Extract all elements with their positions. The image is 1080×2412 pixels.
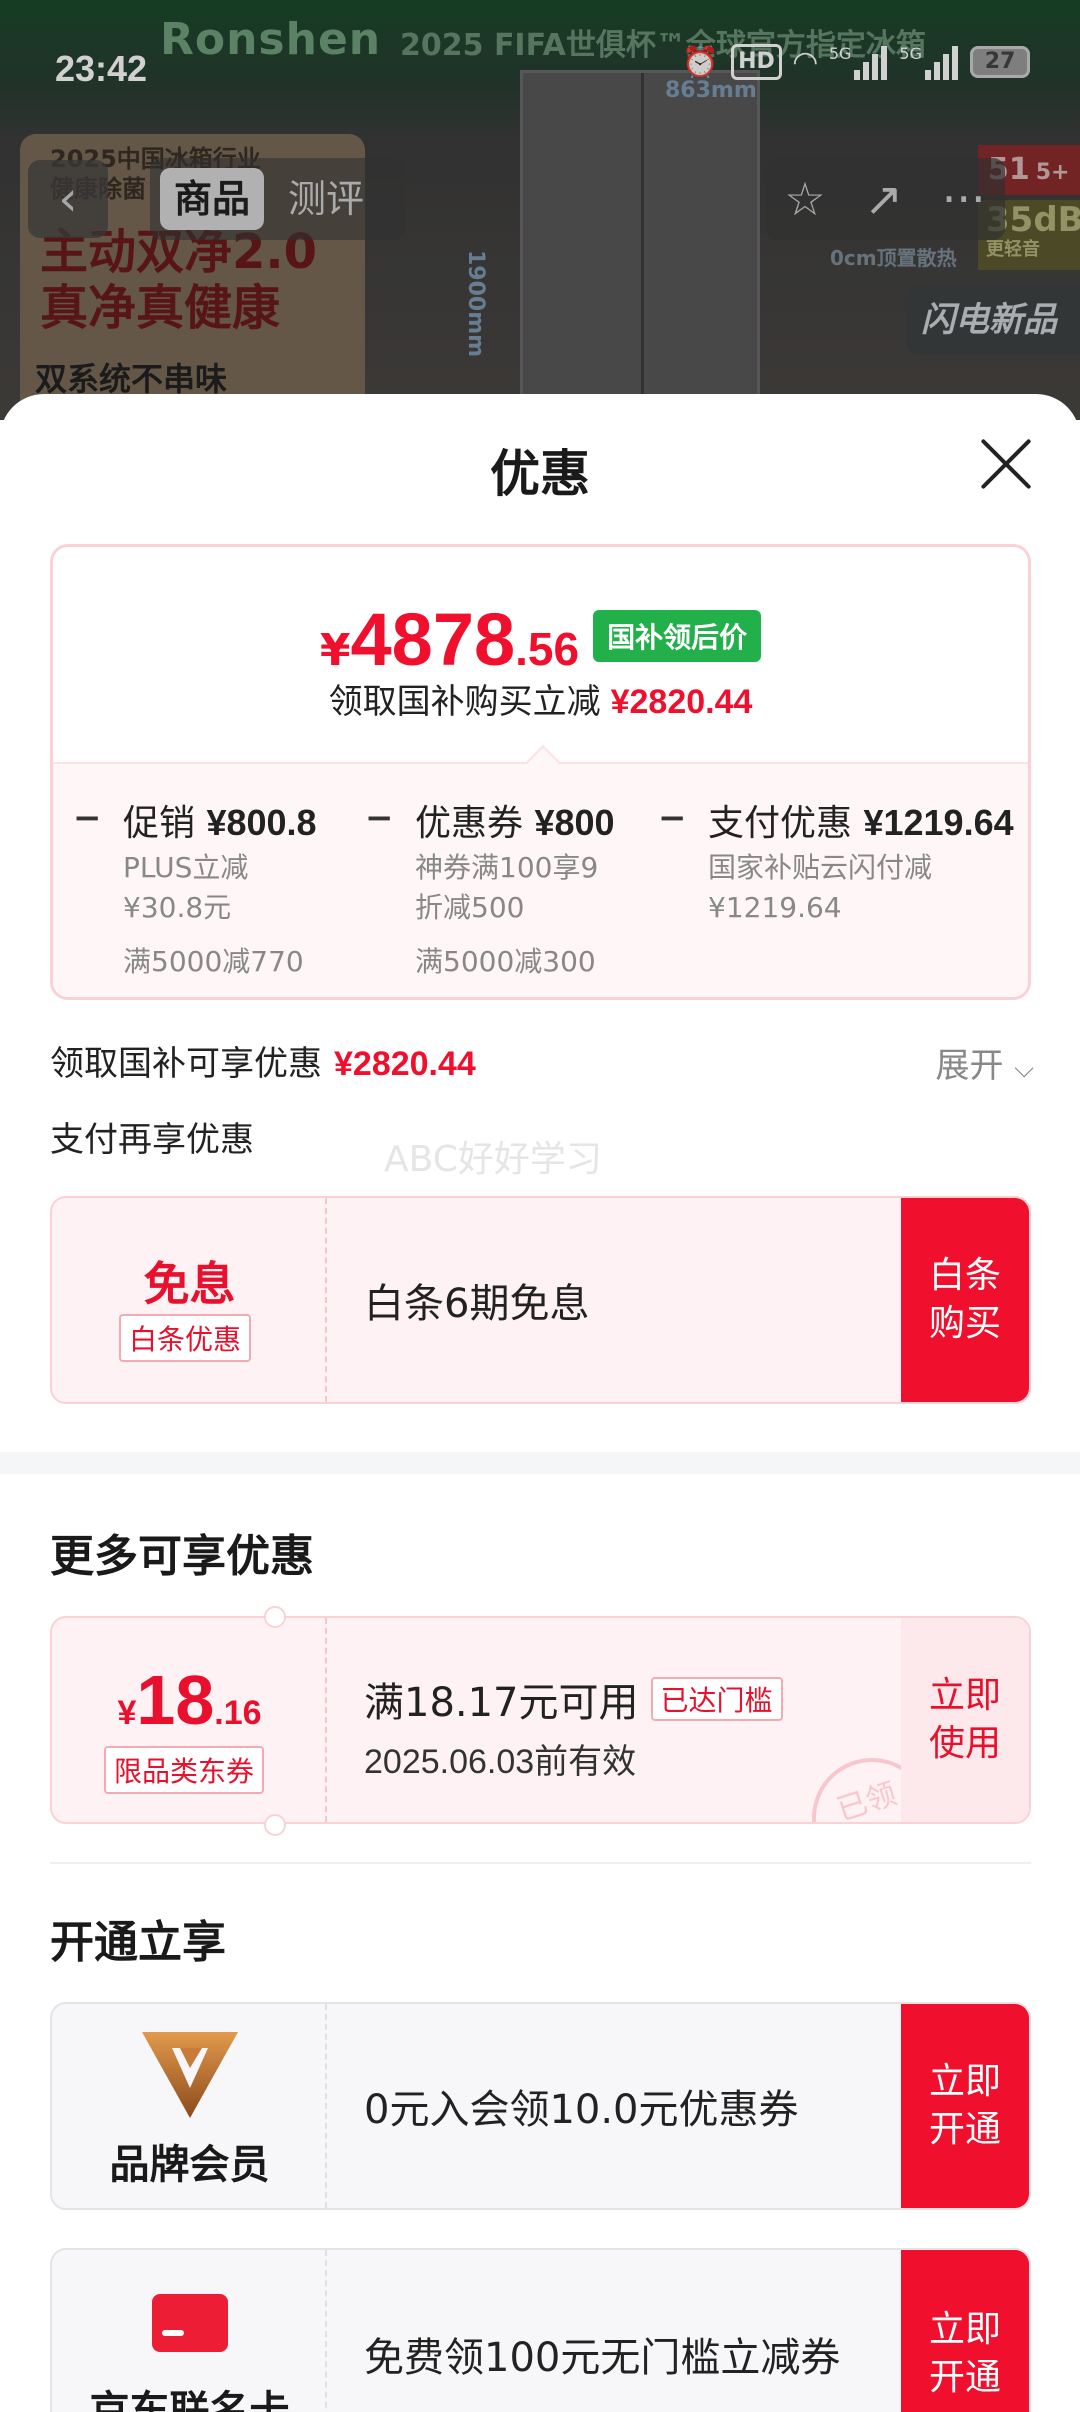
brand-member-card[interactable]: 品牌会员 0元入会领10.0元优惠券 立即开通 xyxy=(50,2002,1031,2210)
price-reduction-amount: ¥2820.44 xyxy=(610,683,753,721)
breakdown-desc: 神券满100享9 折减500 xyxy=(415,851,599,924)
subsidy-row: 领取国补可享优惠 ¥2820.44 xyxy=(50,1036,476,1085)
join-member-button[interactable]: 立即开通 xyxy=(901,2004,1029,2208)
breakdown-condition: 满5000减770 xyxy=(123,945,304,978)
coupon-condition: 满18.17元可用 已达门槛 xyxy=(364,1670,783,1728)
credit-card-icon xyxy=(152,2294,228,2352)
minus-icon: − xyxy=(365,798,394,838)
breakdown-condition: 满5000减300 xyxy=(415,945,596,978)
chevron-down-icon: ⌵ xyxy=(1014,1054,1034,1084)
breakdown-desc: 国家补贴云闪付减 ¥1219.64 xyxy=(708,851,933,924)
subsidy-label: 领取国补可享优惠 xyxy=(50,1044,322,1084)
brand-member-name: 品牌会员 xyxy=(109,2142,270,2188)
brand-v-logo-icon xyxy=(142,2032,238,2118)
interest-free-label: 免息 xyxy=(143,1257,236,1311)
price-reduction-label: 领取国补购买立减 xyxy=(328,682,601,722)
minus-icon: − xyxy=(658,798,687,838)
price-breakdown: − 促销 ¥800.8 PLUS立减 ¥30.8元 满5000减770 − 优惠券… xyxy=(53,762,1028,997)
pay-more-label: 支付再享优惠 xyxy=(50,1120,254,1160)
coupon-notch-top xyxy=(264,1606,286,1628)
subsidy-amount: ¥2820.44 xyxy=(334,1045,476,1083)
membership-title: 开通立享 xyxy=(50,1917,226,1968)
breakdown-desc: PLUS立减 ¥30.8元 xyxy=(123,851,249,924)
coupon-notch-bottom xyxy=(264,1814,286,1836)
price-summary: ¥ 4878 .56 国补领后价 领取国补购买立减 ¥2820.44 xyxy=(53,547,1028,762)
brand-member-logo-area: 品牌会员 xyxy=(52,2004,327,2208)
more-offers-title: 更多可享优惠 xyxy=(50,1531,314,1582)
breakdown-title: 支付优惠 ¥1219.64 xyxy=(708,802,1014,844)
jd-card-offer[interactable]: 京东联名卡 免费领100元无门槛立减券 立即开通 xyxy=(50,2248,1031,2412)
price-reduction: 领取国补购买立减 ¥2820.44 xyxy=(53,674,1028,723)
price-currency: ¥ xyxy=(319,625,351,676)
dim-overlay[interactable] xyxy=(0,0,1080,420)
coupon-card[interactable]: ¥18.16 限品类东券 满18.17元可用 已达门槛 2025.06.03前有… xyxy=(50,1616,1031,1824)
coupon-value: ¥18.16 xyxy=(117,1661,262,1739)
price-card: ¥ 4878 .56 国补领后价 领取国补购买立减 ¥2820.44 − 促销 ¥… xyxy=(50,544,1031,1000)
jd-card-logo-area: 京东联名卡 xyxy=(52,2250,327,2412)
discount-sheet: 优惠 ¥ 4878 .56 国补领后价 领取国补购买立减 ¥2820.44 − 促… xyxy=(0,394,1080,2412)
separator xyxy=(50,1862,1031,1864)
brand-member-text: 0元入会领10.0元优惠券 xyxy=(364,2087,799,2133)
baitiao-buy-button[interactable]: 白条购买 xyxy=(901,1198,1029,1402)
final-price: ¥ 4878 .56 国补领后价 xyxy=(53,597,1028,682)
coupon-condition-text: 满18.17元可用 xyxy=(364,1680,639,1726)
baitiao-badge: 白条优惠 xyxy=(119,1314,252,1362)
threshold-met-badge: 已达门槛 xyxy=(650,1677,783,1721)
watermark: ABC好好学习 xyxy=(384,1139,602,1180)
use-coupon-button[interactable]: 立即使用 xyxy=(901,1618,1029,1822)
baitiao-text: 白条6期免息 xyxy=(364,1281,590,1327)
breakdown-title: 优惠券 ¥800 xyxy=(415,802,615,844)
baitiao-tag-area: 免息 白条优惠 xyxy=(52,1198,327,1402)
minus-icon: − xyxy=(73,798,102,838)
jd-card-text: 免费领100元无门槛立减券 xyxy=(364,2335,841,2381)
price-decimal: .56 xyxy=(515,623,580,675)
sheet-title: 优惠 xyxy=(490,445,590,503)
expand-label: 展开 xyxy=(935,1046,1004,1086)
coupon-type-badge: 限品类东券 xyxy=(104,1746,265,1794)
coupon-value-area: ¥18.16 限品类东券 xyxy=(52,1618,327,1822)
baitiao-offer-card[interactable]: 免息 白条优惠 白条6期免息 白条购买 xyxy=(50,1196,1031,1404)
open-jd-card-button[interactable]: 立即开通 xyxy=(901,2250,1029,2412)
price-integer: 4878 xyxy=(350,598,516,681)
close-icon[interactable] xyxy=(978,436,1034,492)
coupon-expiry: 2025.06.03前有效 xyxy=(364,1743,637,1781)
breakdown-title: 促销 ¥800.8 xyxy=(123,802,317,844)
section-divider xyxy=(0,1452,1080,1474)
expand-button[interactable]: 展开 ⌵ xyxy=(935,1038,1034,1087)
subsidy-price-badge: 国补领后价 xyxy=(593,609,762,662)
jd-card-name: 京东联名卡 xyxy=(89,2388,290,2412)
